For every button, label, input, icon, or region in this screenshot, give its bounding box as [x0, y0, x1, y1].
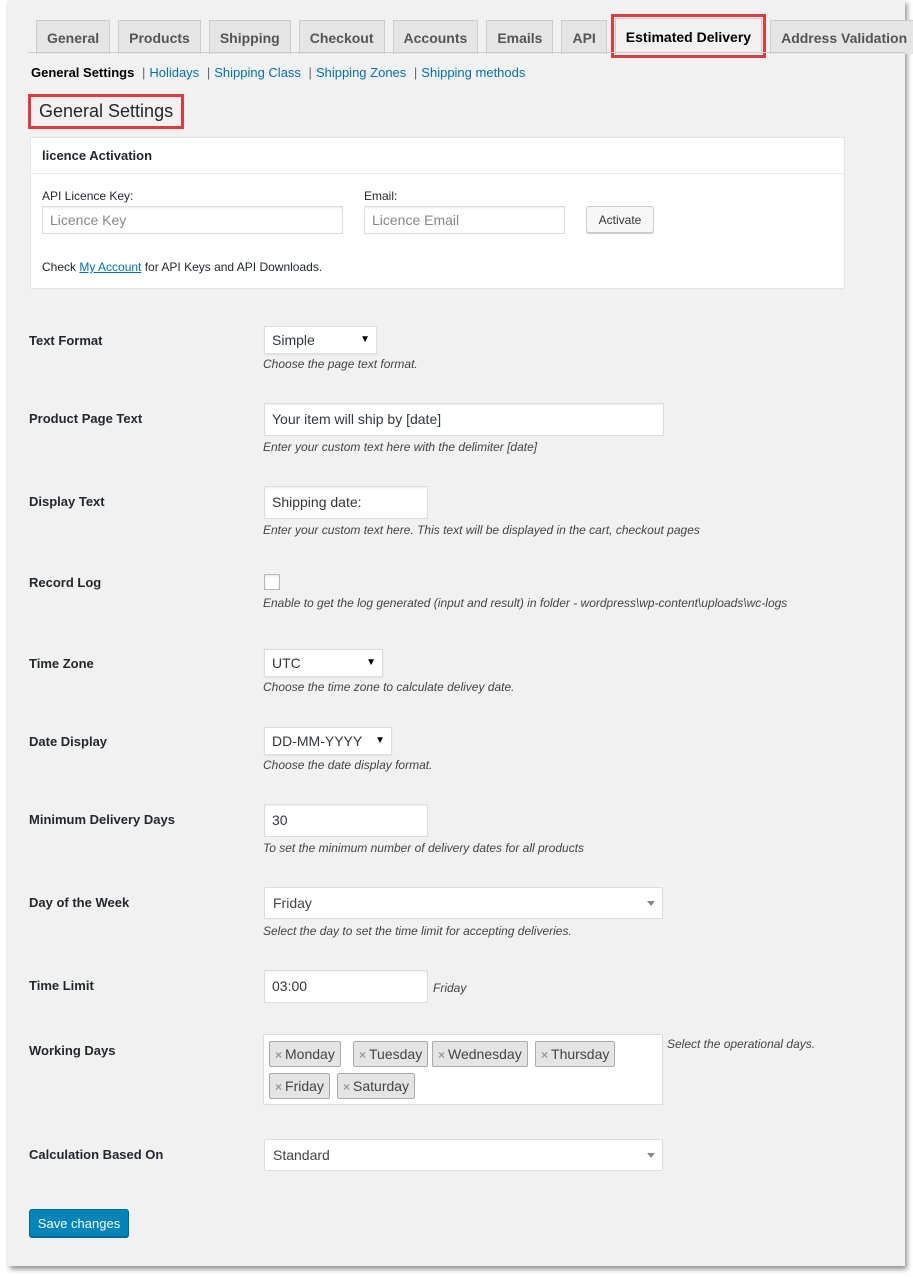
time-zone-label: Time Zone: [29, 656, 94, 671]
working-days-multiselect[interactable]: × Monday × Tuesday × Wednesday × Thursday × F…: [263, 1034, 663, 1105]
email-placeholder: Licence Email: [372, 212, 460, 228]
licence-activation-box: licence Activation API Licence Key: Lice…: [30, 137, 845, 289]
settings-tabs: General Products Shipping Checkout Accou…: [36, 14, 913, 58]
date-display-desc: Choose the date display format.: [263, 758, 433, 772]
subnav-separator: |: [206, 65, 211, 80]
record-log-checkbox[interactable]: [264, 574, 280, 590]
tab-accounts[interactable]: Accounts: [392, 20, 479, 54]
licence-note: Check My Account for API Keys and API Do…: [42, 260, 322, 274]
email-input[interactable]: Licence Email: [364, 206, 565, 234]
time-limit-label: Time Limit: [29, 978, 94, 993]
day-of-week-value: Friday: [273, 895, 312, 911]
tab-emails[interactable]: Emails: [486, 20, 554, 54]
time-zone-value: UTC: [272, 655, 301, 671]
time-zone-desc: Choose the time zone to calculate delive…: [263, 680, 515, 694]
subnav-shipping-class[interactable]: Shipping Class: [214, 65, 301, 80]
api-key-input[interactable]: Licence Key: [42, 206, 343, 234]
remove-icon[interactable]: ×: [438, 1048, 445, 1062]
remove-icon[interactable]: ×: [275, 1048, 282, 1062]
record-log-label: Record Log: [29, 575, 102, 590]
my-account-link[interactable]: My Account: [79, 260, 141, 274]
activate-button[interactable]: Activate: [586, 206, 654, 233]
min-delivery-days-label: Minimum Delivery Days: [29, 812, 175, 827]
chip-label: Monday: [285, 1046, 335, 1062]
tab-api[interactable]: API: [561, 20, 607, 54]
subnav-separator: |: [308, 65, 312, 80]
page-title: General Settings: [28, 94, 185, 129]
remove-icon[interactable]: ×: [275, 1080, 282, 1094]
min-delivery-days-input[interactable]: 30: [264, 804, 428, 837]
api-key-placeholder: Licence Key: [50, 212, 127, 228]
text-format-label: Text Format: [29, 333, 103, 348]
tab-estimated-delivery[interactable]: Estimated Delivery: [610, 14, 767, 58]
min-delivery-days-desc: To set the minimum number of delivery da…: [263, 841, 585, 855]
chip-label: Saturday: [353, 1078, 410, 1094]
product-page-text-input[interactable]: Your item will ship by [date]: [264, 403, 664, 436]
text-format-value: Simple: [272, 332, 315, 348]
working-day-chip[interactable]: × Saturday: [337, 1073, 416, 1099]
dropdown-arrow-icon: ▼: [360, 334, 370, 345]
day-of-week-desc: Select the day to set the time limit for…: [263, 924, 572, 938]
subnav-separator: |: [413, 65, 418, 80]
date-display-label: Date Display: [29, 734, 108, 749]
dropdown-arrow-icon: ▼: [366, 657, 376, 668]
day-of-week-label: Day of the Week: [29, 895, 130, 910]
remove-icon[interactable]: ×: [343, 1080, 350, 1094]
subnav-holidays[interactable]: Holidays: [149, 65, 199, 80]
working-day-chip[interactable]: × Thursday: [535, 1041, 616, 1067]
remove-icon[interactable]: ×: [541, 1048, 548, 1062]
display-text-input[interactable]: Shipping date:: [264, 486, 428, 519]
subnav-separator: |: [141, 65, 146, 80]
subnav-current: General Settings: [31, 65, 135, 80]
time-limit-day: Friday: [433, 981, 467, 995]
product-page-text-label: Product Page Text: [29, 411, 143, 426]
record-log-desc: Enable to get the log generated (input a…: [263, 596, 788, 610]
licence-divider: [31, 173, 844, 174]
remove-icon[interactable]: ×: [359, 1048, 366, 1062]
sub-navigation: General Settings | Holidays | Shipping Cla…: [31, 65, 525, 80]
working-day-chip[interactable]: × Wednesday: [432, 1041, 528, 1067]
tab-shipping[interactable]: Shipping: [208, 20, 291, 54]
display-text-label: Display Text: [29, 494, 105, 509]
time-zone-select[interactable]: UTC ▼: [264, 649, 383, 677]
working-days-label: Working Days: [29, 1043, 116, 1058]
chip-label: Tuesday: [369, 1046, 423, 1062]
working-days-desc: Select the operational days.: [667, 1037, 816, 1051]
subnav-shipping-methods[interactable]: Shipping methods: [421, 65, 525, 80]
tab-products[interactable]: Products: [118, 20, 201, 54]
working-day-chip[interactable]: × Tuesday: [353, 1041, 429, 1067]
tab-checkout[interactable]: Checkout: [298, 20, 385, 54]
calculation-based-on-value: Standard: [273, 1147, 330, 1163]
save-changes-button[interactable]: Save changes: [29, 1209, 129, 1237]
chip-label: Wednesday: [448, 1046, 522, 1062]
date-display-select[interactable]: DD-MM-YYYY ▼: [264, 727, 392, 755]
email-label: Email:: [364, 189, 398, 203]
tab-general[interactable]: General: [36, 20, 111, 54]
calculation-based-on-label: Calculation Based On: [29, 1147, 164, 1162]
subnav-shipping-zones[interactable]: Shipping Zones: [316, 65, 406, 80]
display-text-desc: Enter your custom text here. This text w…: [263, 523, 700, 537]
settings-page: General Products Shipping Checkout Accou…: [8, 0, 913, 1266]
dropdown-arrow-icon: ▼: [375, 735, 385, 746]
tabs-divider: [28, 52, 905, 53]
day-of-week-select[interactable]: Friday: [264, 887, 663, 919]
api-key-label: API Licence Key:: [42, 189, 134, 203]
working-day-chip[interactable]: × Monday: [269, 1041, 341, 1067]
licence-title: licence Activation: [42, 148, 153, 163]
calculation-based-on-select[interactable]: Standard: [264, 1139, 663, 1171]
note-suffix: for API Keys and API Downloads.: [141, 260, 323, 274]
working-day-chip[interactable]: × Friday: [269, 1073, 330, 1099]
chip-label: Friday: [285, 1078, 324, 1094]
dropdown-arrow-icon: [647, 1153, 655, 1158]
product-page-text-desc: Enter your custom text here with the del…: [263, 440, 538, 454]
time-limit-input[interactable]: 03:00: [264, 970, 428, 1003]
date-display-value: DD-MM-YYYY: [272, 733, 363, 749]
tab-address-validation[interactable]: Address Validation: [770, 20, 913, 54]
dropdown-arrow-icon: [647, 901, 655, 906]
note-prefix: Check: [42, 260, 80, 274]
text-format-select[interactable]: Simple ▼: [264, 326, 377, 354]
text-format-desc: Choose the page text format.: [263, 357, 418, 371]
chip-label: Thursday: [551, 1046, 610, 1062]
